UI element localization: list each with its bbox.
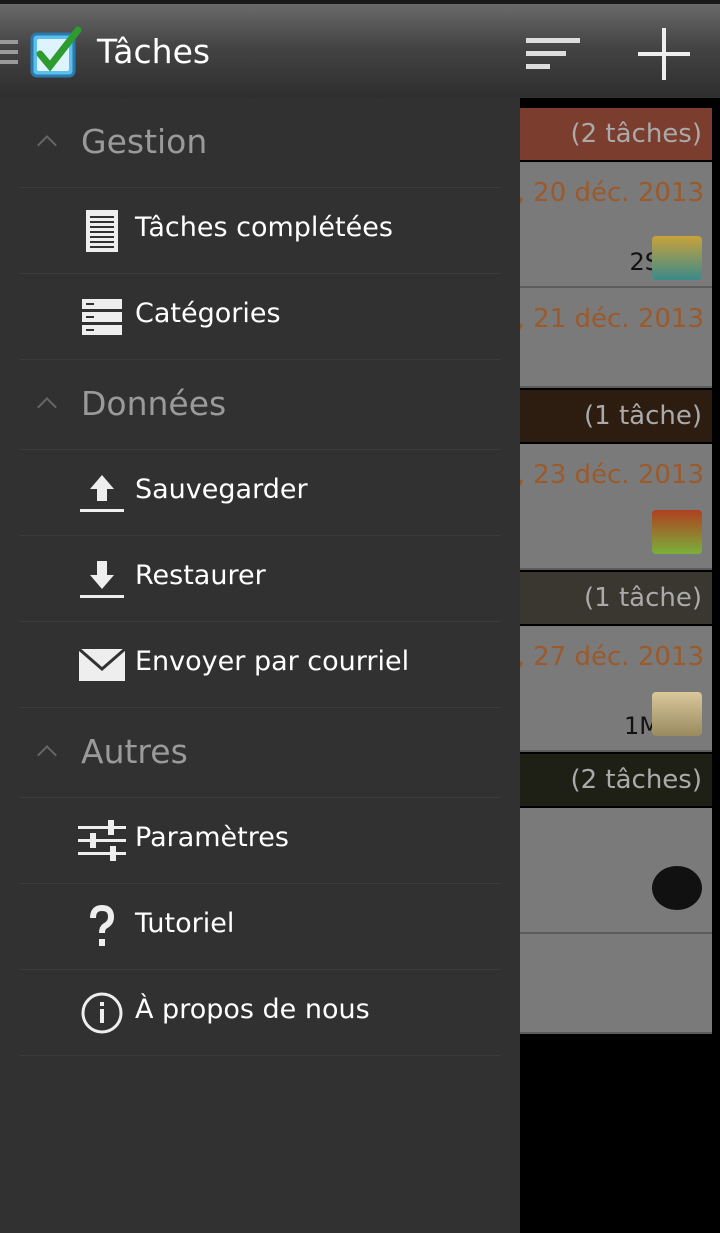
section-autres[interactable]: Autres [20,708,500,798]
add-task-icon[interactable] [638,28,690,80]
drawer-item-restore[interactable]: Restaurer [20,536,500,622]
drawer-item-email[interactable]: Envoyer par courriel [20,622,500,708]
task-date: n, 21 déc. 2013 [520,304,704,334]
download-icon [80,561,124,598]
task-item[interactable]: n, 21 déc. 2013 [520,288,712,388]
drawer-item-label: Restaurer [135,560,266,591]
drawer-item-label: Tutoriel [135,908,235,939]
checkbox-app-icon[interactable] [28,24,84,80]
task-item[interactable]: n, 20 déc. 2013 2S [520,162,712,288]
credit-cards-icon [652,236,702,280]
section-label: Autres [81,732,188,771]
drawer-indicator-icon[interactable] [0,40,20,70]
section-gestion[interactable]: Gestion [20,98,500,188]
drawer-item-label: Catégories [135,298,281,329]
group-count: (2 tâches) [570,765,702,795]
question-icon [90,905,115,946]
drawer-item-settings[interactable]: Paramètres [20,798,500,884]
drawer-item-label: Envoyer par courriel [135,646,410,677]
drawer-item-about[interactable]: À propos de nous [20,970,500,1056]
drawer-item-categories[interactable]: Catégories [20,274,500,360]
group-count: (1 tâche) [584,583,702,613]
task-date: n, 23 déc. 2013 [520,460,704,490]
task-item[interactable] [520,808,712,934]
drawer-item-label: Sauvegarder [135,474,308,505]
drawer-item-label: Tâches complétées [135,212,393,243]
collapse-chevron-icon [37,135,57,155]
list-icon [86,210,118,252]
task-item[interactable]: n, 27 déc. 2013 1M [520,626,712,752]
sliders-icon [78,820,126,861]
group-count: (2 tâches) [570,119,702,149]
section-donnees[interactable]: Données [20,360,500,450]
collapse-chevron-icon [37,397,57,417]
task-date: n, 27 déc. 2013 [520,642,704,672]
task-date: n, 20 déc. 2013 [520,178,704,208]
section-label: Gestion [81,122,208,161]
drawer-item-tutorial[interactable]: Tutoriel [20,884,500,970]
task-item[interactable]: n, 23 déc. 2013 [520,444,712,570]
group-header[interactable]: (2 tâches) [520,108,712,160]
group-count: (1 tâche) [584,401,702,431]
task-item[interactable] [520,934,712,1034]
group-header[interactable]: (2 tâches) [520,754,712,806]
shopping-basket-icon [652,510,702,554]
group-header[interactable]: (1 tâche) [520,390,712,442]
categories-icon [82,299,122,335]
upload-icon [80,475,124,512]
app-title: Tâches [97,32,211,71]
action-bar: Tâches [0,0,720,98]
sort-icon[interactable] [526,38,580,74]
navigation-drawer: Gestion Tâches complétées Catégories Don… [0,98,520,1233]
drawer-item-backup[interactable]: Sauvegarder [20,450,500,536]
drawer-item-label: Paramètres [135,822,289,853]
envelope-icon [652,692,702,736]
group-header[interactable]: (1 tâche) [520,572,712,624]
collapse-chevron-icon [37,745,57,765]
telephone-icon [652,866,702,910]
drawer-item-completed-tasks[interactable]: Tâches complétées [20,188,500,274]
mail-icon [78,647,126,681]
section-label: Données [81,384,227,423]
info-icon [81,992,123,1034]
task-list: (2 tâches) n, 20 déc. 2013 2S n, 21 déc.… [520,98,720,1233]
drawer-item-label: À propos de nous [135,994,370,1025]
